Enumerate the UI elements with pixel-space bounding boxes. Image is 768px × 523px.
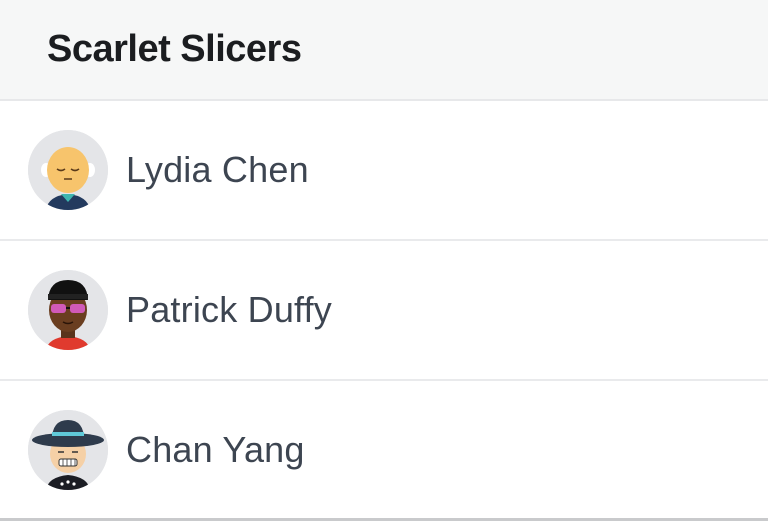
member-list: Lydia Chen Patrick Duffy Chan Yang xyxy=(0,101,768,521)
member-name: Lydia Chen xyxy=(126,149,309,190)
team-title: Scarlet Slicers xyxy=(47,28,302,70)
member-row[interactable]: Chan Yang xyxy=(0,381,768,521)
member-row[interactable]: Patrick Duffy xyxy=(0,241,768,381)
team-header: Scarlet Slicers xyxy=(0,0,768,101)
member-row[interactable]: Lydia Chen xyxy=(0,101,768,241)
avatar xyxy=(28,130,108,210)
member-name: Chan Yang xyxy=(126,428,305,470)
bald-person-avatar-icon xyxy=(28,130,108,210)
avatar xyxy=(28,270,108,350)
member-name: Patrick Duffy xyxy=(126,289,332,330)
hat-person-avatar-icon xyxy=(28,409,108,490)
avatar xyxy=(28,409,108,490)
team-screen: Scarlet Slicers Lydia Chen Patrick Duffy… xyxy=(0,0,768,523)
sunglasses-person-avatar-icon xyxy=(28,270,108,350)
